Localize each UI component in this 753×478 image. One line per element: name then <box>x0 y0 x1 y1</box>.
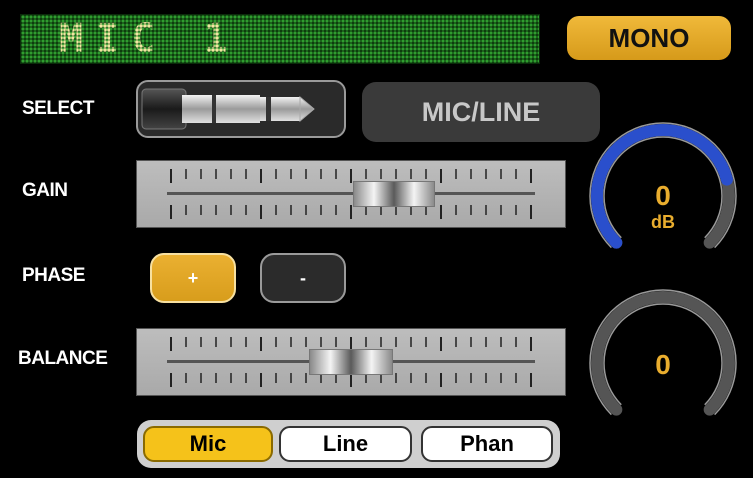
phase-minus-button[interactable]: - <box>260 253 346 303</box>
input-mode-display[interactable]: MIC/LINE <box>362 82 600 142</box>
input-select-button[interactable] <box>136 80 346 138</box>
gain-slider-thumb[interactable] <box>353 181 436 207</box>
gain-unit: dB <box>651 212 675 232</box>
balance-label: BALANCE <box>18 348 108 369</box>
channel-led-display: MIC 1 <box>20 14 540 64</box>
source-mic-button[interactable]: Mic <box>143 426 273 462</box>
source-line-button[interactable]: Line <box>279 426 412 462</box>
gain-slider-track <box>167 192 535 195</box>
source-phan-button[interactable]: Phan <box>421 426 553 462</box>
balance-value: 0 <box>655 349 671 380</box>
gain-knob[interactable]: 0 dB <box>588 118 738 278</box>
select-label: SELECT <box>22 98 94 119</box>
phase-plus-button[interactable]: + <box>150 253 236 303</box>
source-selector: Mic Line Phan <box>137 420 560 468</box>
channel-name: MIC 1 <box>59 16 240 62</box>
balance-slider[interactable] <box>136 328 566 396</box>
gain-label: GAIN <box>22 180 68 201</box>
phase-label: PHASE <box>22 265 85 286</box>
balance-knob[interactable]: 0 <box>588 285 738 445</box>
gain-value: 0 <box>655 180 671 211</box>
gain-slider[interactable] <box>136 160 566 228</box>
balance-slider-thumb[interactable] <box>309 349 393 375</box>
mono-button[interactable]: MONO <box>567 16 731 60</box>
jack-plug-icon <box>141 88 315 130</box>
